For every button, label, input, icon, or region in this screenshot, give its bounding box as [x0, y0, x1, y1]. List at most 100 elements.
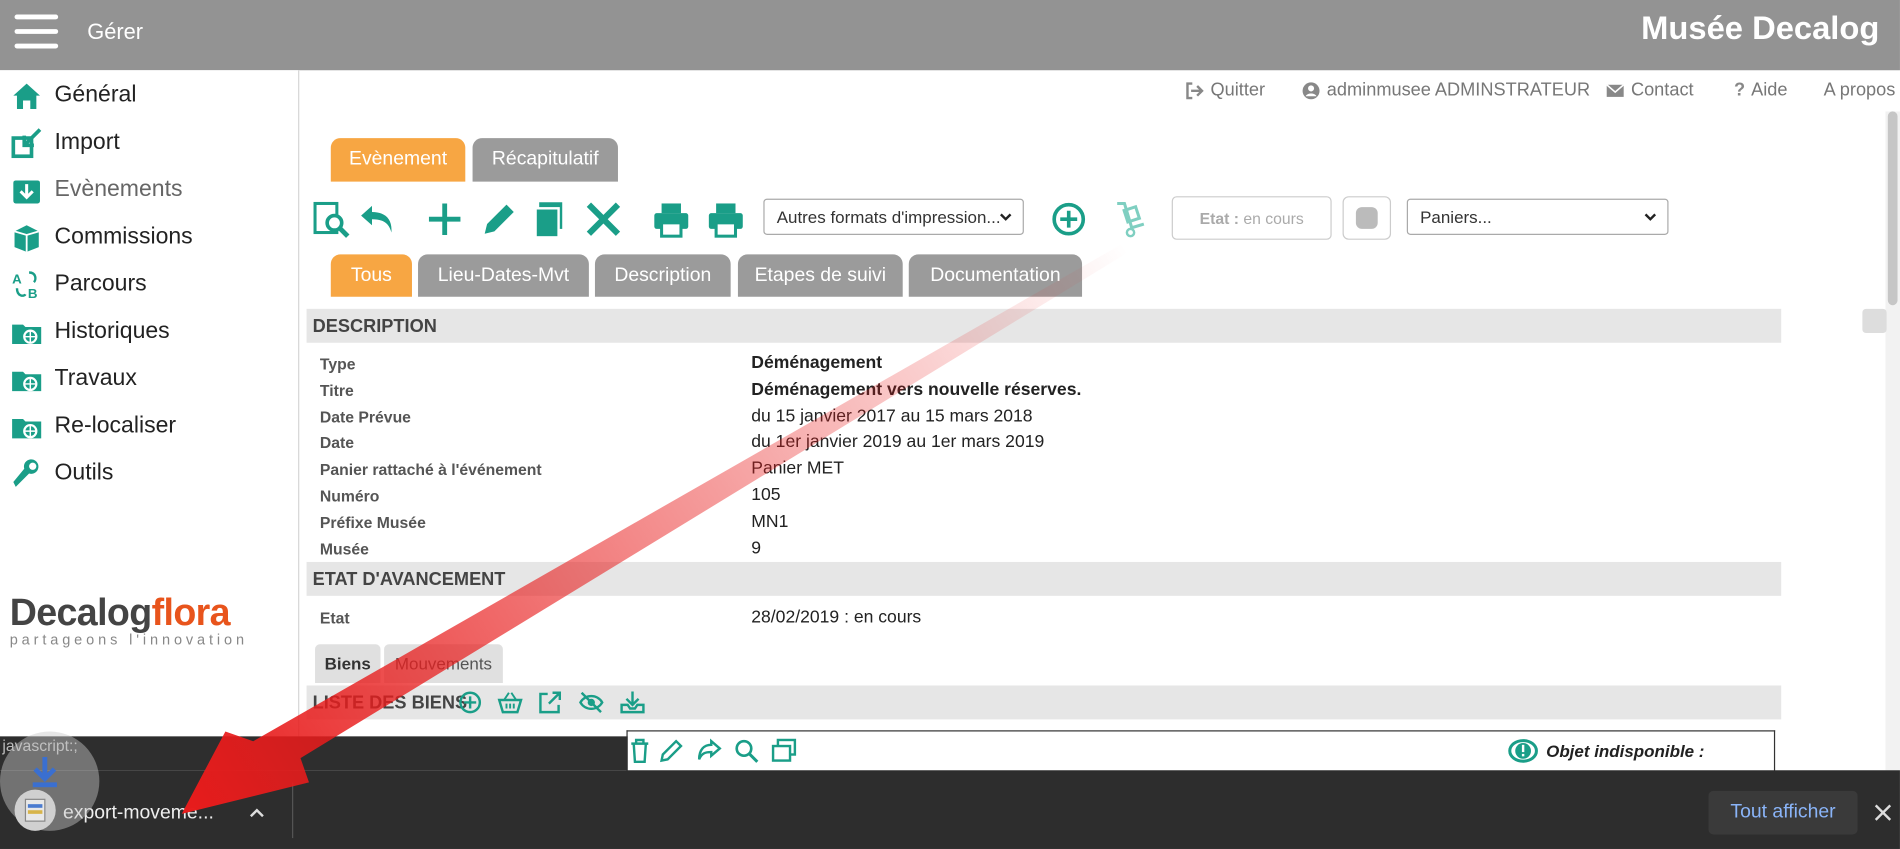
sidebar-item-evenements[interactable]: Evènements: [10, 172, 183, 208]
field-value-type: Déménagement: [751, 353, 883, 374]
show-all-downloads-button[interactable]: Tout afficher: [1708, 790, 1858, 835]
delete-x-icon[interactable]: [583, 199, 624, 240]
app-title: Musée Decalog: [1641, 9, 1880, 47]
contact-link[interactable]: Contact: [1606, 80, 1694, 101]
add-circle-icon[interactable]: [1048, 199, 1089, 240]
logo-brand-b: flora: [151, 591, 231, 634]
sidebar-item-relocaliser[interactable]: Re-localiser: [10, 408, 176, 444]
sidebar-item-label: Travaux: [54, 365, 137, 392]
sidebar-item-label: Historiques: [54, 318, 170, 344]
field-label-type: Type: [319, 354, 356, 374]
sidebar-item-import[interactable]: Import: [10, 125, 120, 161]
field-label-date-prevue: Date Prévue: [319, 408, 411, 427]
field-label-prefixe: Préfixe Musée: [319, 513, 426, 532]
wrench-icon: [13, 459, 39, 487]
undo-icon[interactable]: [356, 199, 397, 240]
share-arrow-icon[interactable]: [696, 738, 723, 765]
sidebar-item-general[interactable]: Général: [10, 78, 137, 114]
magnifier-icon[interactable]: [733, 738, 760, 765]
quit-link[interactable]: Quitter: [1185, 80, 1265, 101]
file-icon[interactable]: [14, 789, 56, 831]
field-value-date-prevue: du 15 janvier 2017 au 15 mars 2018: [751, 406, 1033, 427]
sidebar-item-historiques[interactable]: Historiques: [10, 314, 170, 350]
field-label-date: Date: [319, 433, 355, 452]
close-icon[interactable]: [1872, 802, 1894, 824]
add-icon[interactable]: [424, 199, 465, 240]
quit-label: Quitter: [1210, 79, 1266, 101]
field-label-numero: Numéro: [319, 486, 380, 506]
sidebar-item-parcours[interactable]: AB Parcours: [10, 266, 147, 302]
list-title: LISTE DES BIENS: [312, 692, 468, 713]
download-bar-divider: [292, 782, 294, 839]
edit-pencil-icon[interactable]: [479, 199, 520, 240]
chevron-down-icon: [1644, 213, 1657, 221]
add-circle-icon[interactable]: [457, 689, 484, 716]
subtab-lieu-dates-mvt[interactable]: Lieu-Dates-Mvt: [418, 254, 589, 297]
print-icon[interactable]: [651, 199, 692, 240]
subtab-documentation[interactable]: Documentation: [908, 254, 1083, 297]
user-label: adminmusee ADMINSTRATEUR: [1326, 79, 1591, 101]
etat-label: Etat :: [1199, 208, 1239, 228]
help-label: Aide: [1751, 79, 1788, 101]
list-section-header: LISTE DES BIENS: [306, 685, 1782, 720]
user-link[interactable]: adminmusee ADMINSTRATEUR: [1301, 80, 1590, 101]
etat-field: Etat : en cours: [1171, 196, 1332, 240]
sidebar-item-outils[interactable]: Outils: [10, 455, 113, 491]
trash-icon[interactable]: [626, 738, 653, 765]
windows-icon[interactable]: [771, 738, 798, 765]
relocate-icon: [12, 419, 42, 439]
field-label-titre: Titre: [319, 381, 354, 400]
home-icon: [13, 83, 40, 109]
etat-value: en cours: [1243, 208, 1304, 228]
subtab-description[interactable]: Description: [594, 254, 731, 297]
basket-icon[interactable]: [497, 689, 524, 716]
list-tab-biens[interactable]: Biens: [315, 644, 381, 684]
screen: Gérer Musée Decalog Général Import Evène…: [0, 0, 1900, 849]
print-list-icon[interactable]: [705, 199, 746, 240]
paniers-value: Paniers...: [1420, 207, 1492, 227]
print-formats-value: Autres formats d'impression...: [776, 207, 1001, 227]
unavailable-label: Objet indisponible :: [1546, 741, 1705, 761]
chevron-up-icon[interactable]: [247, 803, 266, 822]
parcours-icon: AB: [12, 271, 38, 301]
eye-slash-icon[interactable]: [578, 689, 605, 716]
question-icon: ?: [1733, 79, 1746, 101]
status-toggle-button[interactable]: [1342, 196, 1392, 240]
sidebar-item-travaux[interactable]: Travaux: [10, 361, 137, 397]
field-value-titre: Déménagement vers nouvelle réserves.: [751, 380, 1082, 400]
search-record-icon[interactable]: [310, 199, 351, 240]
logo-tagline: partageons l'innovation: [9, 630, 248, 648]
sidebar-item-commissions[interactable]: Commissions: [10, 219, 193, 255]
subtab-tous[interactable]: Tous: [330, 254, 412, 297]
print-formats-select[interactable]: Autres formats d'impression...: [763, 198, 1024, 235]
tab-evenement[interactable]: Evènement: [330, 138, 466, 182]
hamburger-menu-icon[interactable]: [14, 14, 59, 49]
sidebar-item-label: Evènements: [54, 176, 183, 203]
field-value-prefixe: MN1: [751, 512, 789, 532]
paniers-select[interactable]: Paniers...: [1406, 198, 1669, 235]
subtab-etapes-suivi[interactable]: Etapes de suivi: [737, 254, 903, 297]
field-value-etat: 28/02/2019 : en cours: [751, 607, 922, 628]
list-tab-mouvements[interactable]: Mouvements: [384, 644, 503, 684]
decalog-flora-logo: Decalogflora partageons l'innovation: [10, 591, 248, 648]
about-link[interactable]: A propos: [1824, 80, 1896, 101]
pencil-icon[interactable]: [658, 738, 685, 765]
historiques-icon: [12, 324, 42, 344]
page-scrollbar[interactable]: [1885, 111, 1900, 771]
sidebar-item-label: Général: [54, 82, 137, 108]
help-link[interactable]: ? Aide: [1734, 80, 1788, 101]
scrollbar-thumb[interactable]: [1887, 111, 1898, 306]
manage-menu-label[interactable]: Gérer: [87, 19, 143, 44]
sidebar-item-label: Re-localiser: [54, 412, 177, 439]
hand-truck-icon[interactable]: [1110, 199, 1151, 240]
download-tray-icon[interactable]: [619, 689, 646, 716]
field-value-date: du 1er janvier 2019 au 1er mars 2019: [751, 432, 1045, 452]
tab-recapitulatif[interactable]: Récapitulatif: [472, 138, 618, 182]
download-arrow-icon: [32, 756, 57, 788]
external-link-icon[interactable]: [537, 689, 564, 716]
import-icon: [11, 128, 42, 159]
logo-brand-a: Decalog: [9, 591, 153, 634]
side-panel-toggle-icon[interactable]: [1862, 308, 1887, 334]
avancement-section-header: ETAT D'AVANCEMENT: [306, 561, 1782, 596]
copy-icon[interactable]: [531, 199, 572, 240]
